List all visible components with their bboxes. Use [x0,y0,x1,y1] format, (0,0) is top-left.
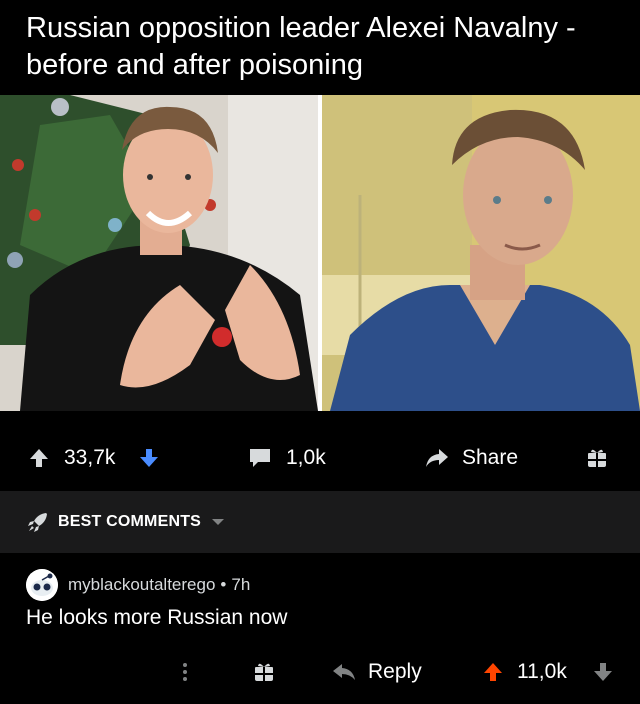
reply-arrow-icon [333,664,355,680]
gift-icon [588,449,606,467]
comment: myblackoutalterego • 7h He looks more Ru… [0,556,640,704]
before-after-photo [0,95,640,411]
comment-username[interactable]: myblackoutalterego [68,575,215,595]
reddit-post-screen: Russian opposition leader Alexei Navalny… [0,0,640,704]
post-image[interactable] [0,95,640,411]
comment-upvote-button[interactable] [482,650,504,694]
downvote-button[interactable] [138,432,160,484]
share-button[interactable]: Share [424,432,518,484]
avatar[interactable] [26,569,58,601]
give-award-button[interactable] [586,432,608,484]
comment-header: myblackoutalterego • 7h [26,568,250,602]
comment-sort-bar[interactable]: BEST COMMENTS [0,491,640,553]
share-arrow-icon [426,449,448,467]
comment-score: 11,0k [517,660,567,683]
meta-separator: • [220,575,227,594]
reply-label: Reply [368,660,422,683]
post-title[interactable]: Russian opposition leader Alexei Navalny… [26,10,616,84]
comment-bubble-icon [250,449,270,467]
comment-downvote-button[interactable] [592,650,614,694]
vertical-dots-icon [183,663,187,681]
comment-body: He looks more Russian now [26,606,288,629]
comments-button[interactable]: 1,0k [248,432,326,484]
chevron-down-icon [212,519,225,525]
snoo-avatar-icon [26,569,58,601]
rocket-icon [28,513,47,532]
post-score: 33,7k [64,446,116,469]
downvote-arrow-icon [140,449,158,467]
reply-button[interactable]: Reply [332,650,422,694]
upvote-arrow-icon [30,449,48,467]
gift-icon [255,663,273,681]
more-options-button[interactable] [182,650,188,694]
comment-award-button[interactable] [253,650,275,694]
upvote-button[interactable] [28,432,50,484]
share-label: Share [462,446,519,469]
downvote-arrow-icon [594,663,612,681]
upvote-arrow-icon [484,663,502,681]
post-action-bar: 33,7k 1,0k Share [0,432,640,484]
comment-count: 1,0k [286,446,326,469]
sort-label: BEST COMMENTS [58,513,202,530]
comment-action-bar: Reply 11,0k [0,650,640,694]
comment-age: 7h [231,575,251,594]
